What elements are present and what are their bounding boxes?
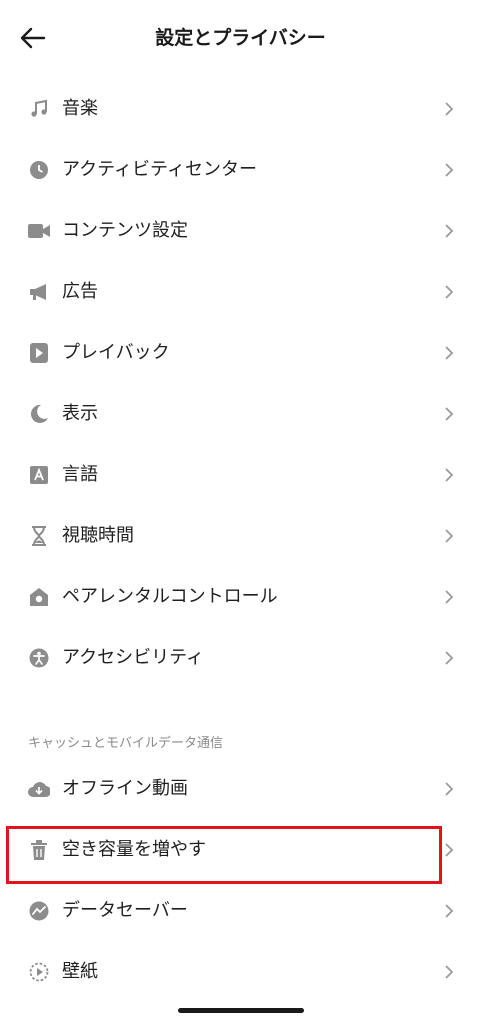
megaphone-icon [28,281,50,303]
music-note-icon [28,98,50,120]
settings-item-wallpaper[interactable]: 壁紙 [0,941,481,1002]
chevron-right-icon [443,406,455,422]
settings-item-label: ペアレンタルコントロール [62,585,278,607]
header: 設定とプライバシー [0,0,481,76]
clock-icon [28,159,50,181]
chevron-right-icon [443,345,455,361]
play-icon [28,342,50,364]
settings-item-ads[interactable]: 広告 [0,261,481,322]
settings-item-parental-control[interactable]: ペアレンタルコントロール [0,566,481,627]
page-title: 設定とプライバシー [155,27,326,49]
settings-item-label: 表示 [62,402,98,424]
chevron-right-icon [443,101,455,117]
chevron-right-icon [443,223,455,239]
chevron-right-icon [443,650,455,666]
settings-item-music[interactable]: 音楽 [0,78,481,139]
chevron-right-icon [443,284,455,300]
moon-icon [28,403,50,425]
settings-item-content-settings[interactable]: コンテンツ設定 [0,200,481,261]
settings-item-label: 視聴時間 [62,524,134,546]
settings-item-activity-center[interactable]: アクティビティセンター [0,139,481,200]
chevron-right-icon [443,842,455,858]
chevron-right-icon [443,589,455,605]
section-header: キャッシュとモバイルデータ通信 [0,688,481,758]
video-camera-icon [28,220,50,242]
settings-item-label: 壁紙 [62,960,98,982]
chevron-right-icon [443,162,455,178]
settings-item-offline-videos[interactable]: オフライン動画 [0,758,481,819]
settings-item-label: プレイバック [62,341,170,363]
chevron-right-icon [443,467,455,483]
home-shield-icon [28,586,50,608]
chevron-right-icon [443,528,455,544]
settings-item-label: オフライン動画 [62,777,188,799]
language-a-icon [28,464,50,486]
settings-item-language[interactable]: 言語 [0,444,481,505]
home-indicator [178,1008,304,1013]
settings-item-label: 言語 [62,463,98,485]
settings-item-accessibility[interactable]: アクセシビリティ [0,627,481,688]
settings-item-label: アクティビティセンター [62,158,257,180]
settings-item-label: アクセシビリティ [62,646,205,668]
section-title: キャッシュとモバイルデータ通信 [28,736,224,751]
settings-item-label: データセーバー [62,899,188,921]
settings-item-label: 音楽 [62,97,98,119]
highlight-box [6,826,442,884]
chevron-right-icon [443,903,455,919]
data-saver-icon [28,900,50,922]
accessibility-icon [28,647,50,669]
settings-item-display[interactable]: 表示 [0,383,481,444]
chevron-right-icon [443,781,455,797]
settings-item-playback[interactable]: プレイバック [0,322,481,383]
chevron-right-icon [443,964,455,980]
settings-item-label: コンテンツ設定 [62,219,188,241]
settings-item-watch-time[interactable]: 視聴時間 [0,505,481,566]
settings-item-label: 広告 [62,280,98,302]
cloud-download-icon [28,778,50,800]
hourglass-icon [28,525,50,547]
wallpaper-icon [28,961,50,983]
settings-item-data-saver[interactable]: データセーバー [0,880,481,941]
